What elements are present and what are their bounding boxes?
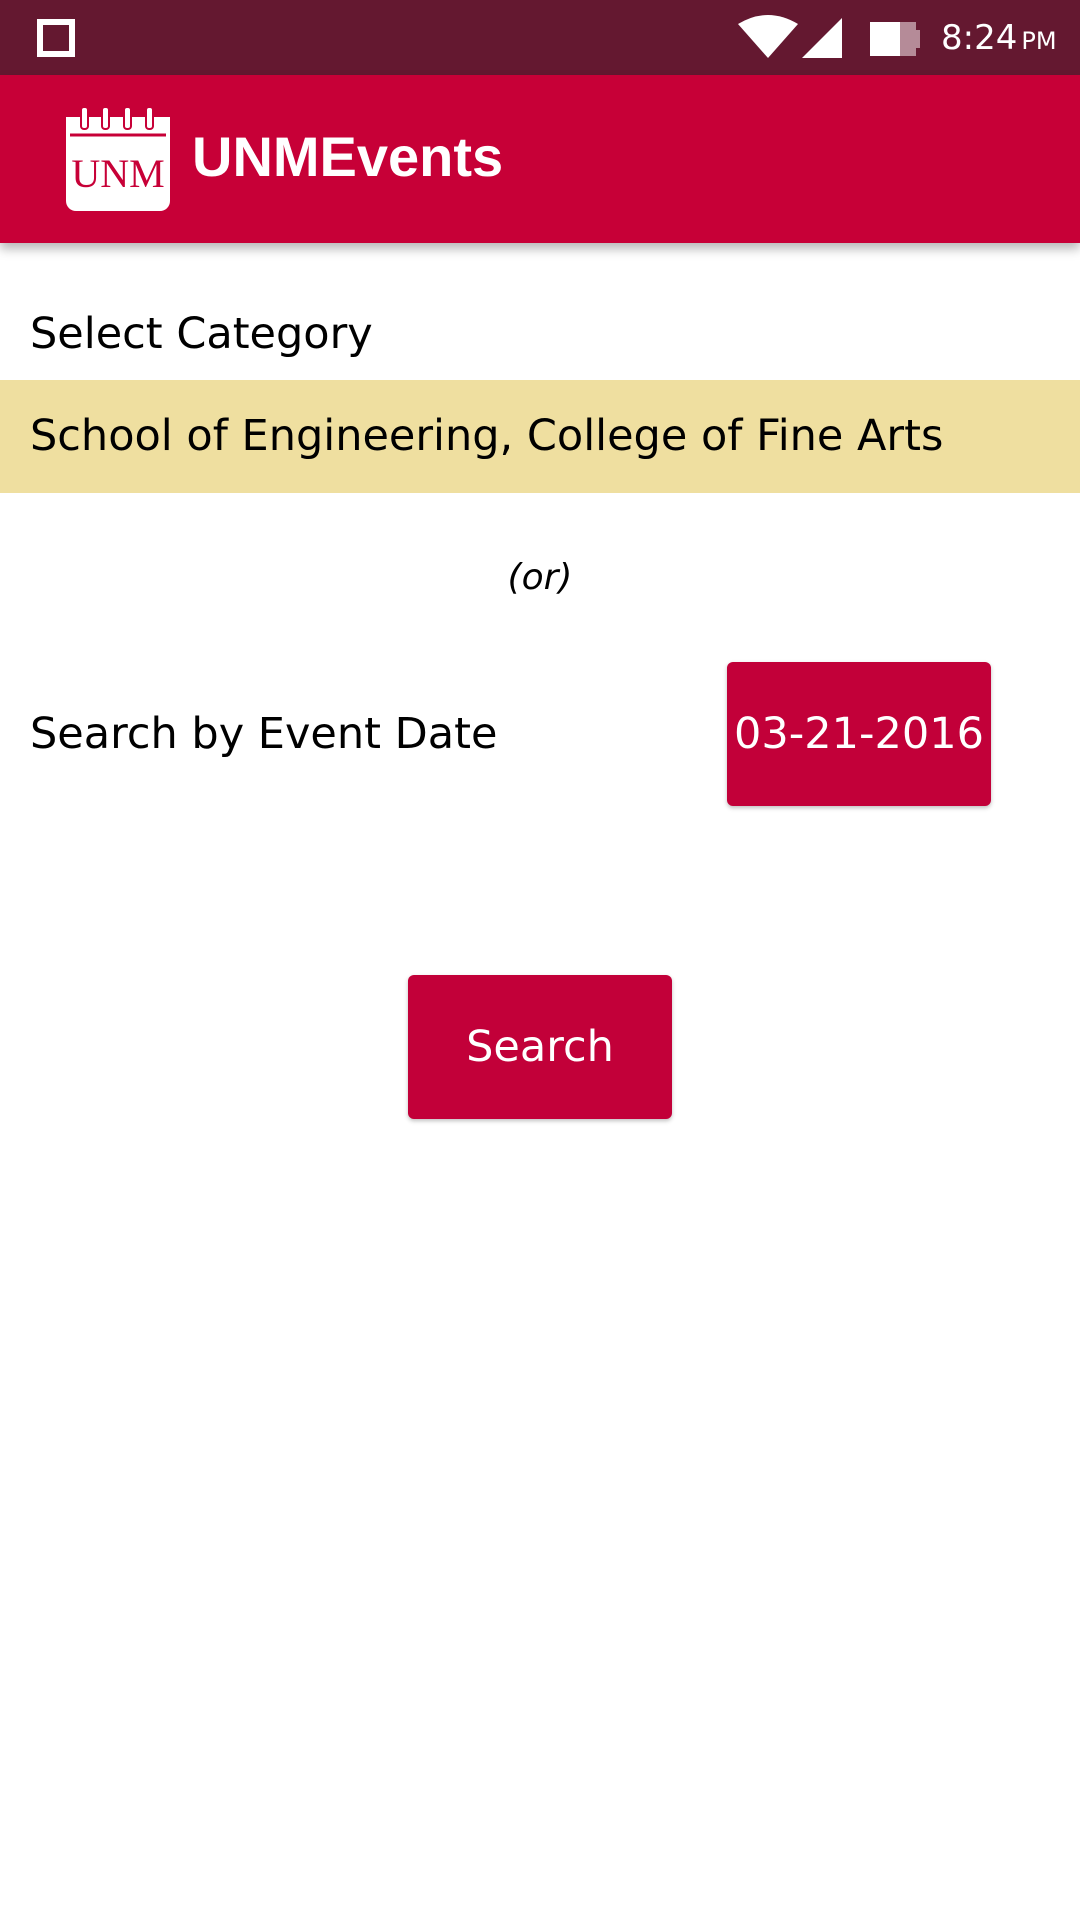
search-button[interactable]: Search	[408, 975, 672, 1119]
category-select[interactable]: School of Engineering, College of Fine A…	[0, 380, 1080, 493]
status-ampm: PM	[1021, 27, 1057, 55]
cell-signal-icon	[802, 18, 842, 58]
status-bar: 8:24 PM	[0, 0, 1080, 75]
app-title: UNMEvents	[192, 125, 504, 188]
or-separator: (or)	[507, 557, 573, 598]
wifi-icon	[738, 15, 798, 58]
status-time-value: 8:24	[941, 18, 1018, 58]
date-label: Search by Event Date	[30, 709, 498, 759]
app-bar: UNM UNMEvents	[0, 75, 1080, 243]
status-clock: 8:24 PM	[941, 17, 1057, 62]
date-picker-button[interactable]: 03-21-2016	[727, 662, 991, 806]
unm-events-screen: 8:24 PM UNM UNMEvents Select Category Sch…	[0, 0, 1080, 1920]
battery-icon	[870, 22, 920, 56]
square-notification-icon	[37, 19, 75, 57]
unm-calendar-logo-icon: UNM	[66, 106, 170, 211]
logo-text: UNM	[71, 151, 164, 196]
category-label: Select Category	[30, 309, 373, 359]
category-selected-value: School of Engineering, College of Fine A…	[30, 411, 944, 461]
